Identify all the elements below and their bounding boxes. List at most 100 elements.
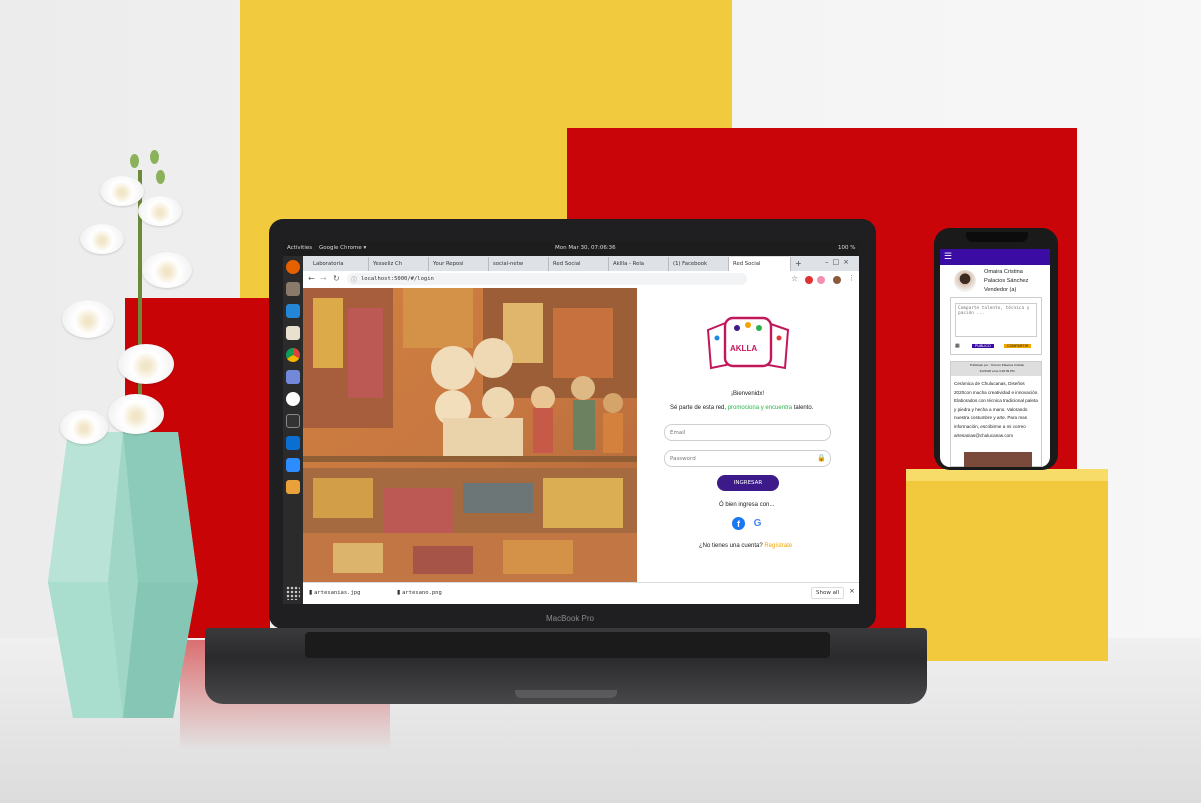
- orchid-flower: [60, 410, 108, 444]
- files-icon[interactable]: [286, 282, 300, 296]
- show-all-button[interactable]: Show all: [811, 587, 845, 599]
- back-icon[interactable]: ←: [308, 274, 315, 283]
- zoom-icon[interactable]: [286, 458, 300, 472]
- discord-icon[interactable]: [286, 370, 300, 384]
- orchid-flower: [62, 300, 114, 338]
- new-tab-icon[interactable]: +: [795, 259, 802, 268]
- profile-avatar[interactable]: [833, 276, 841, 284]
- browser-tab[interactable]: (1) Facebook: [669, 257, 729, 271]
- browser-tab-active[interactable]: Red Social: [729, 257, 791, 271]
- browser-toolbar: ← → ↻ ⓘ localhost:5000/#/login ☆ ⋮: [303, 271, 859, 289]
- alt-login-text: Ó bien ingresa con...: [719, 502, 775, 508]
- tagline-post: talento.: [792, 405, 814, 411]
- terminal-icon[interactable]: [286, 414, 300, 428]
- system-clock[interactable]: Mon Mar 30, 07:06:36: [555, 245, 616, 251]
- welcome-heading: ¡Bienvenidx!: [731, 391, 765, 397]
- user-name-line-1: Omaira Cristina: [984, 269, 1023, 275]
- yellow-cube-top: [906, 469, 1108, 481]
- aklla-logo: [706, 316, 790, 370]
- orchid-flower: [100, 176, 144, 206]
- phone-header: [940, 249, 1050, 265]
- yellow-cube: [906, 469, 1108, 661]
- signup-prompt: ¿No tienes una cuenta?: [699, 543, 763, 549]
- firefox-icon[interactable]: [286, 260, 300, 274]
- password-placeholder: Password: [670, 456, 696, 462]
- system-top-bar: Activities Google Chrome ▾ Mon Mar 30, 0…: [283, 242, 859, 256]
- window-controls[interactable]: –□×: [825, 258, 853, 266]
- software-icon[interactable]: [286, 480, 300, 494]
- download-filename: artesanias.jpg: [314, 590, 361, 596]
- trello-icon[interactable]: [286, 436, 300, 450]
- privacy-select[interactable]: PUBLICO: [972, 344, 994, 348]
- address-bar[interactable]: ⓘ localhost:5000/#/login: [347, 273, 747, 285]
- user-name-line-2: Palacios Sánchez: [984, 278, 1029, 284]
- browser-tab[interactable]: Laboratoria: [309, 257, 369, 271]
- post-image: [964, 452, 1032, 467]
- password-field[interactable]: Password 🔒: [664, 450, 831, 467]
- orchid-bud: [156, 170, 165, 184]
- extension-icon[interactable]: [805, 276, 813, 284]
- download-item[interactable]: ▮ artesanias.jpg: [309, 589, 391, 596]
- signup-link[interactable]: Regístrate: [764, 543, 792, 549]
- vscode-icon[interactable]: [286, 304, 300, 318]
- app-menu[interactable]: Google Chrome ▾: [319, 245, 366, 251]
- ubuntu-dock: [283, 256, 303, 604]
- laptop-screen: Activities Google Chrome ▾ Mon Mar 30, 0…: [283, 242, 859, 604]
- url-text: localhost:5000/#/login: [361, 276, 434, 282]
- text-editor-icon[interactable]: [286, 326, 300, 340]
- bookmark-star-icon[interactable]: ☆: [791, 274, 798, 283]
- download-item[interactable]: ▮ artesano.png: [397, 589, 479, 596]
- battery-level: 100 %: [838, 245, 856, 251]
- handicrafts-photo: [303, 288, 637, 582]
- activities-button[interactable]: Activities: [287, 245, 312, 251]
- browser-tab[interactable]: Your Reposi: [429, 257, 489, 271]
- login-button[interactable]: INGRESAR: [717, 475, 779, 491]
- orchid-flower: [118, 344, 174, 384]
- browser-tab[interactable]: Akllla - Rela: [609, 257, 669, 271]
- composer-input[interactable]: Comparte talento, técnica y pasión ...: [955, 303, 1037, 337]
- tagline-pre: Sé parte de esta red,: [670, 405, 728, 411]
- vase: [48, 432, 198, 718]
- google-icon[interactable]: G: [751, 517, 764, 530]
- slack-icon[interactable]: [286, 392, 300, 406]
- file-icon: ▮: [397, 589, 401, 596]
- laptop-keyboard: [305, 632, 830, 658]
- browser-tab-strip: Laboratoria Yesseliz Ch Your Reposi soci…: [303, 256, 859, 271]
- orchid-bud: [130, 154, 139, 168]
- signup-row: ¿No tienes una cuenta? Regístrate: [699, 543, 792, 549]
- browser-tab[interactable]: Yesseliz Ch: [369, 257, 429, 271]
- info-icon: ⓘ: [351, 277, 358, 284]
- lock-icon: 🔒: [817, 454, 826, 462]
- file-icon: ▮: [309, 589, 313, 596]
- orchid-bud: [150, 150, 159, 164]
- orchid-flower: [108, 394, 164, 434]
- share-button[interactable]: COMPARTIR: [1004, 344, 1032, 348]
- chrome-menu-icon[interactable]: ⋮: [848, 274, 855, 282]
- user-role: Vendedor (a): [984, 287, 1017, 293]
- browser-tab[interactable]: social-netw: [489, 257, 549, 271]
- post-date: 3/2/2020 a las 3:28:39 PM: [979, 369, 1015, 373]
- forward-icon[interactable]: →: [320, 274, 327, 283]
- browser-tab[interactable]: Red Social: [549, 257, 609, 271]
- chrome-icon[interactable]: [286, 348, 300, 362]
- tagline-highlight: promociona y encuentra: [727, 405, 793, 411]
- image-upload-icon[interactable]: ▦: [955, 343, 960, 349]
- reload-icon[interactable]: ↻: [333, 274, 340, 283]
- extension-icon[interactable]: [817, 276, 825, 284]
- orchid-flower: [80, 224, 124, 254]
- email-field[interactable]: Email: [664, 424, 831, 441]
- laptop-brand-label: MacBook Pro: [545, 614, 595, 623]
- logo-wordmark: AKLLA: [730, 344, 758, 353]
- post-body: Cerámica de Chulucanas, Diseños 2020con …: [954, 381, 1039, 438]
- laptop-notch: [515, 690, 617, 698]
- facebook-icon[interactable]: f: [732, 517, 745, 530]
- download-filename: artesano.png: [402, 590, 442, 596]
- phone-screen: ☰ Omaira Cristina Palacios Sánchez Vende…: [940, 249, 1050, 467]
- phone-notch: [966, 232, 1028, 242]
- close-downloads-icon[interactable]: ×: [849, 587, 855, 595]
- orchid-flower: [138, 196, 182, 226]
- user-avatar: [954, 270, 976, 292]
- app-grid-icon[interactable]: [286, 586, 300, 600]
- post-author: Publicado por : Ovimmi Palacios Cristido: [969, 363, 1025, 367]
- hamburger-menu-icon[interactable]: ☰: [944, 251, 952, 262]
